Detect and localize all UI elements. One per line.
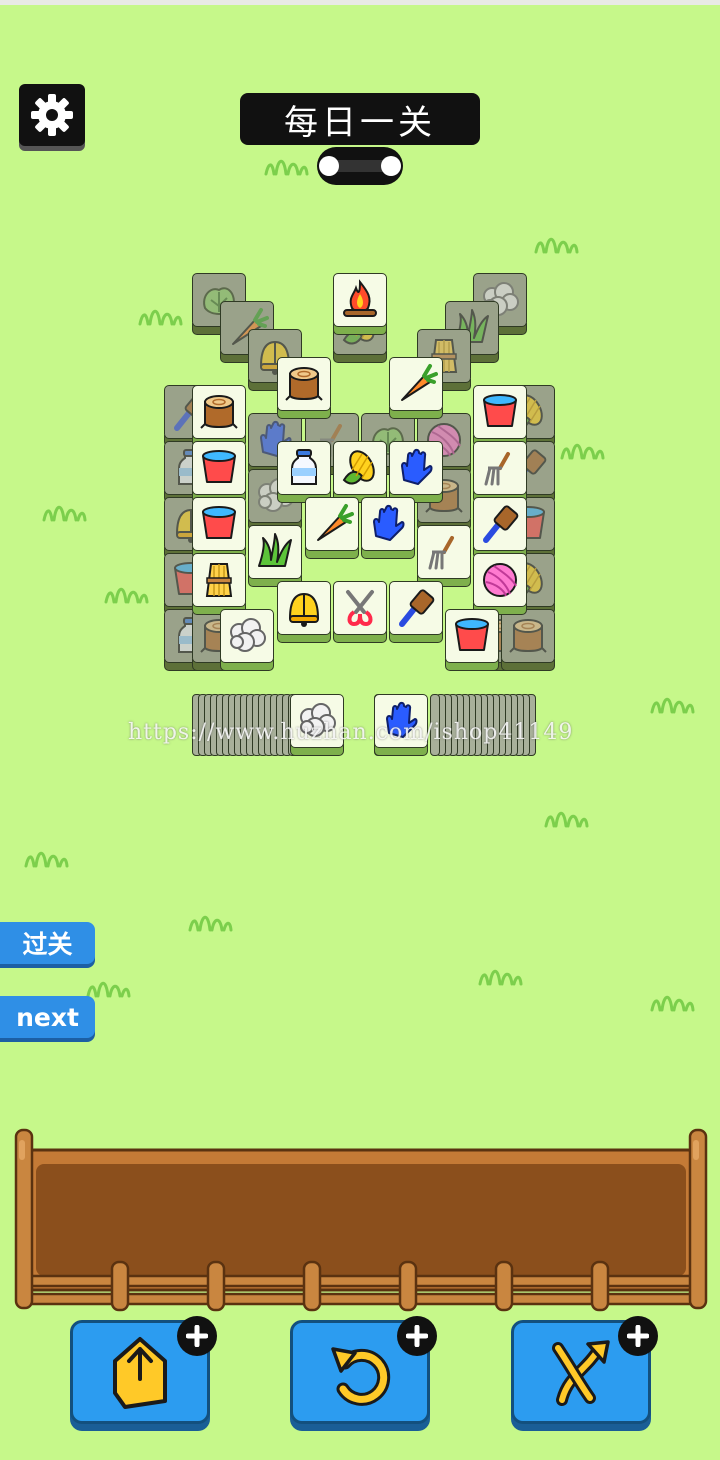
tile-bucket[interactable]	[473, 385, 527, 447]
tile-yarn-ball[interactable]	[473, 553, 527, 615]
glove-icon	[389, 441, 443, 495]
tile-glove[interactable]	[389, 441, 443, 503]
stump-icon	[277, 357, 331, 411]
tile-wheat[interactable]	[192, 553, 246, 615]
tile-board	[0, 0, 720, 760]
watermark-text: https://www.huzhan.com/ishop41149	[128, 720, 574, 745]
shuffle-icon	[552, 1340, 610, 1406]
grass-tuft	[84, 972, 132, 998]
grass-tuft	[542, 802, 590, 828]
plus-icon	[406, 1325, 428, 1347]
bucket-icon	[445, 609, 499, 663]
tile-tray	[14, 1128, 708, 1318]
tile-pitchfork[interactable]	[473, 441, 527, 503]
grass-tuft	[186, 906, 234, 932]
tile-bucket[interactable]	[445, 609, 499, 671]
grass-tuft	[22, 842, 70, 868]
bell-icon	[277, 581, 331, 635]
carrot-icon	[389, 357, 443, 411]
tile-campfire[interactable]	[333, 273, 387, 335]
tile-brush[interactable]	[389, 581, 443, 643]
carrot-icon	[305, 497, 359, 551]
move-out-icon	[113, 1337, 167, 1409]
wool-icon	[220, 609, 274, 663]
tile-carrot[interactable]	[389, 357, 443, 419]
fence-tray-graphic	[14, 1128, 708, 1312]
tile-wool[interactable]	[220, 609, 274, 671]
yarn-ball-icon	[473, 553, 527, 607]
wheat-icon	[192, 553, 246, 607]
tile-stump[interactable]	[277, 357, 331, 419]
tile-grass[interactable]	[248, 525, 302, 587]
stump-icon	[192, 385, 246, 439]
tile-stump[interactable]	[192, 385, 246, 447]
add-shuffle-badge[interactable]	[618, 1316, 658, 1356]
undo-button[interactable]	[290, 1316, 437, 1424]
pitchfork-icon	[417, 525, 471, 579]
add-undo-badge[interactable]	[397, 1316, 437, 1356]
next-button[interactable]: next	[0, 996, 95, 1038]
tile-milk-bottle[interactable]	[277, 441, 331, 503]
shears-icon	[333, 581, 387, 635]
plus-icon	[186, 1325, 208, 1347]
grass-icon	[248, 525, 302, 579]
tile-brush[interactable]	[473, 497, 527, 559]
corn-icon	[333, 441, 387, 495]
glove-icon	[361, 497, 415, 551]
tile-corn[interactable]	[333, 441, 387, 503]
tile-pitchfork[interactable]	[417, 525, 471, 587]
tile-bucket[interactable]	[192, 497, 246, 559]
plus-icon	[627, 1325, 649, 1347]
bucket-icon	[473, 385, 527, 439]
grass-tuft	[476, 960, 524, 986]
brush-icon	[389, 581, 443, 635]
campfire-icon	[333, 273, 387, 327]
bucket-icon	[192, 497, 246, 551]
bucket-icon	[192, 441, 246, 495]
tile-bucket[interactable]	[192, 441, 246, 503]
tile-glove[interactable]	[361, 497, 415, 559]
brush-icon	[473, 497, 527, 551]
pitchfork-icon	[473, 441, 527, 495]
tile-shears[interactable]	[333, 581, 387, 643]
stump-icon	[501, 609, 555, 663]
tile-bell[interactable]	[277, 581, 331, 643]
add-move-out-badge[interactable]	[177, 1316, 217, 1356]
pass-level-button[interactable]: 过关	[0, 922, 95, 964]
tile-stump	[501, 609, 555, 671]
undo-icon	[331, 1347, 391, 1406]
milk-bottle-icon	[277, 441, 331, 495]
grass-tuft	[648, 986, 696, 1012]
move-out-button[interactable]	[70, 1316, 217, 1424]
tile-carrot[interactable]	[305, 497, 359, 559]
shuffle-button[interactable]	[511, 1316, 658, 1424]
